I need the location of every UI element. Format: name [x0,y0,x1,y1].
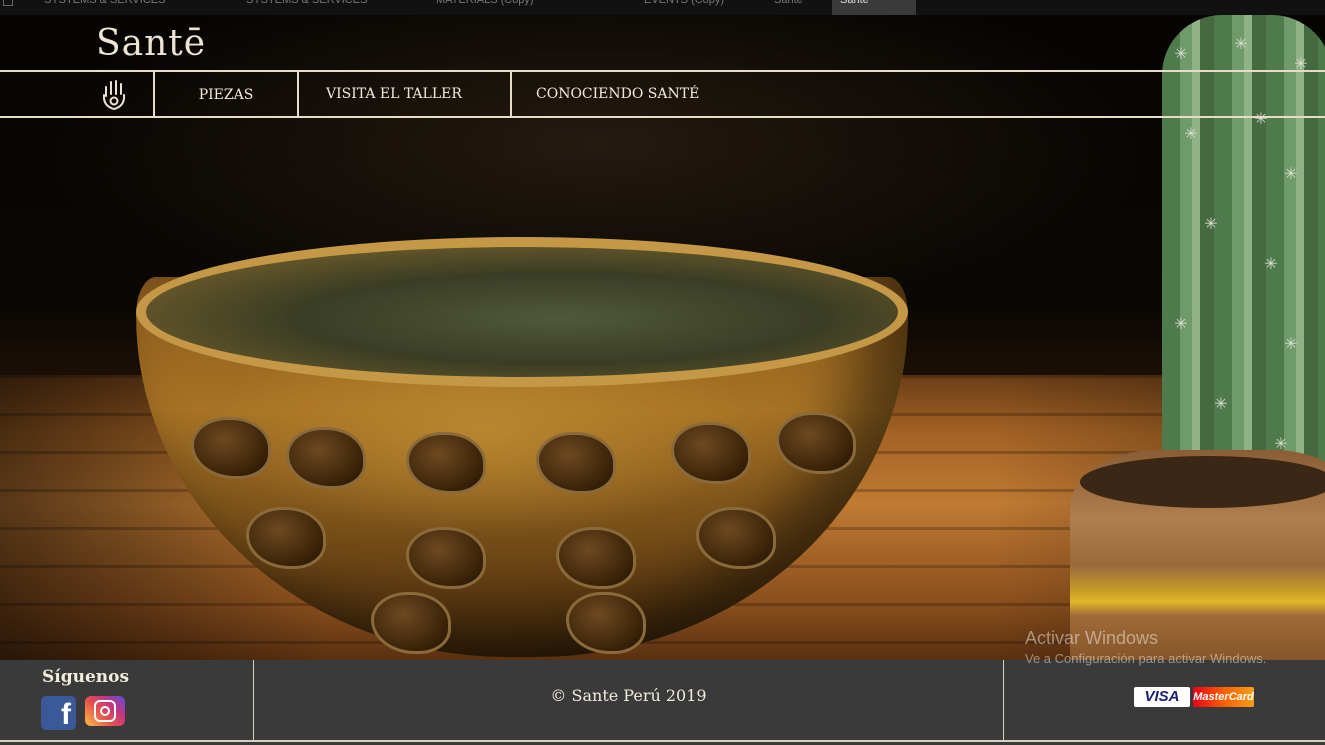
nav-item-piezas[interactable]: PIEZAS [155,71,297,117]
browser-tab[interactable]: EVENTS (Copy) [636,0,732,15]
copyright-text: © Sante Perú 2019 [550,686,707,705]
main-nav: PIEZAS VISITA EL TALLER CONOCIENDO SANTÉ [0,71,1325,117]
watermark-subtitle: Ve a Configuración para activar Windows. [1025,651,1267,666]
follow-us-label: Síguenos [42,667,130,687]
visa-logo: VISA [1134,687,1190,707]
nav-item-visita-el-taller[interactable]: VISITA EL TALLER [299,71,483,117]
browser-tab[interactable]: SYSTEMS & SERVICES [36,0,173,15]
watermark-title: Activar Windows [1025,628,1159,648]
browser-tab[interactable]: MATERIALS (Copy) [428,0,542,15]
windows-activation-watermark: Activar Windows Ve a Configuración para … [1025,628,1266,666]
footer-divider [1003,660,1004,740]
browser-tab-active[interactable]: Sante [832,0,916,15]
ceramic-bowl [136,237,908,657]
facebook-icon[interactable]: f [41,696,76,730]
nav-item-conociendo-sante[interactable]: CONOCIENDO SANTÉ [512,71,752,117]
mastercard-logo: MasterCard [1193,687,1254,707]
instagram-icon[interactable] [85,696,125,726]
footer-bottom-rule [0,740,1325,742]
browser-tab[interactable]: Sante [766,0,811,15]
footer: Síguenos f © Sante Perú 2019 VISA Master… [0,660,1325,745]
browser-tab-strip: SYSTEMS & SERVICES SYSTEMS & SERVICES MA… [0,0,1325,15]
site-logo[interactable]: Santē [96,23,206,64]
tab-overview-icon[interactable] [3,0,13,6]
browser-tab[interactable]: SYSTEMS & SERVICES [238,0,375,15]
